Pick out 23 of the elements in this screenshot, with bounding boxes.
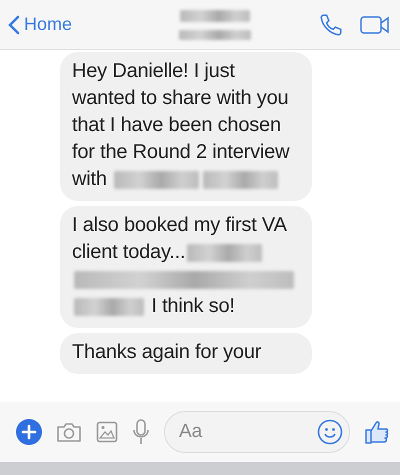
camera-icon: [56, 421, 82, 443]
back-icon: [8, 14, 20, 34]
blurred-text: [179, 30, 251, 40]
gallery-button[interactable]: [96, 421, 118, 443]
add-button[interactable]: [16, 419, 42, 445]
emoji-icon[interactable]: [317, 419, 343, 445]
microphone-icon: [132, 419, 150, 445]
back-button[interactable]: Home: [8, 11, 72, 38]
thumbs-up-icon: [364, 419, 390, 445]
voice-button[interactable]: [132, 419, 150, 445]
camera-button[interactable]: [56, 421, 82, 443]
message-text: Hey Danielle! I just wanted to share with you that I have been chosen for the Round 2 interview with: [72, 59, 290, 192]
message-text: Thanks again for your: [72, 340, 262, 365]
video-camera-icon: [360, 14, 390, 36]
plus-icon: [16, 419, 42, 445]
blurred-text: [180, 10, 250, 22]
video-call-button[interactable]: [360, 14, 390, 36]
message-field[interactable]: Aa: [164, 411, 350, 453]
call-button[interactable]: [318, 12, 344, 38]
image-icon: [96, 421, 118, 443]
like-button[interactable]: [364, 419, 390, 445]
message-text: I also booked my first VA client today... I think so!: [72, 212, 300, 320]
phone-icon: [318, 12, 344, 38]
